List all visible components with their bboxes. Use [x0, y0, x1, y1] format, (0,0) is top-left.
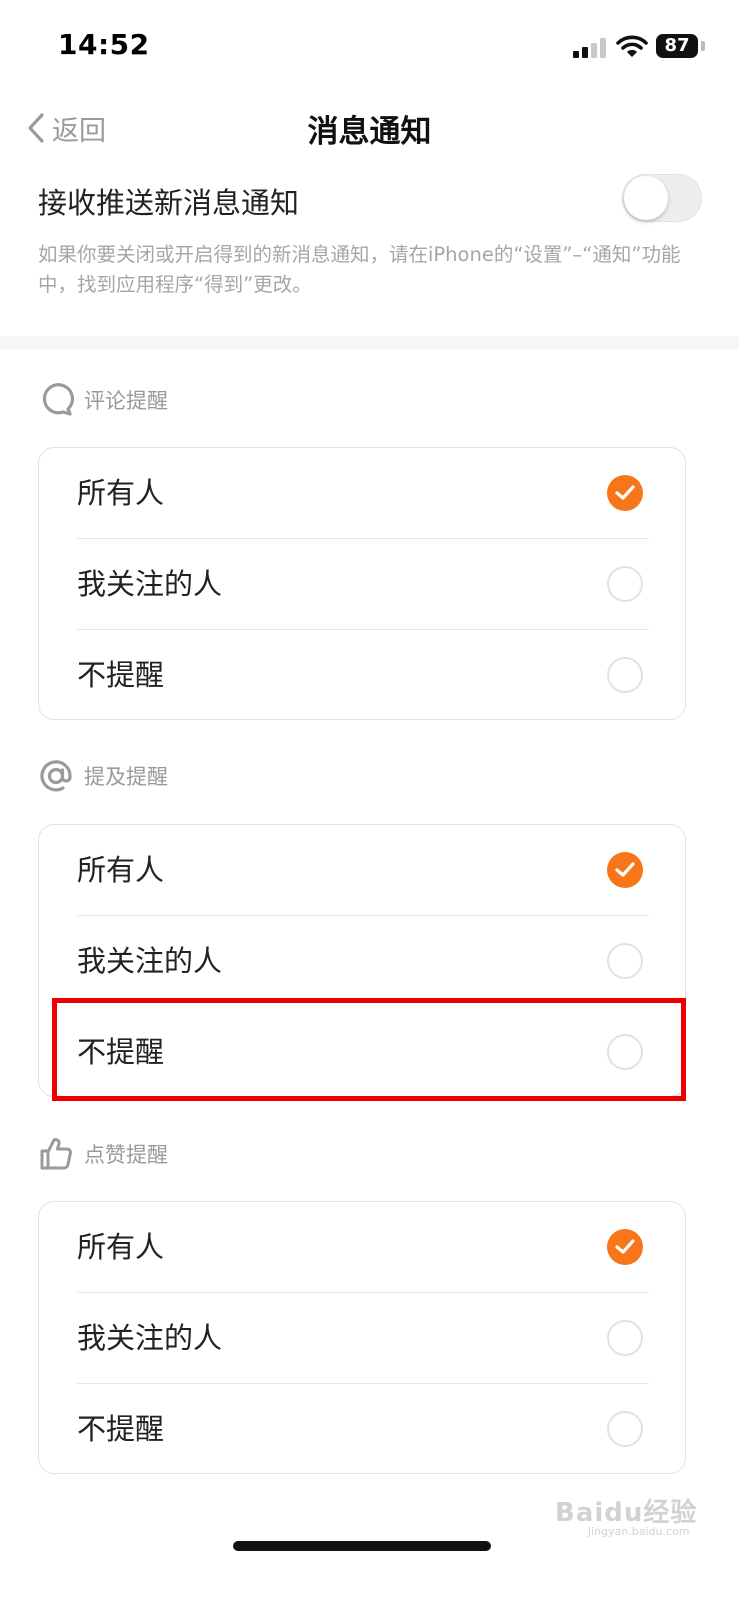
cellular-signal-icon [573, 38, 607, 58]
section-divider [0, 336, 739, 350]
radio-checked[interactable] [607, 1229, 643, 1265]
option-label: 我关注的人 [77, 944, 223, 978]
push-notification-label: 接收推送新消息通知 [38, 186, 300, 220]
option-label: 不提醒 [77, 658, 165, 692]
option-label: 不提醒 [77, 1412, 165, 1446]
radio-unchecked[interactable] [607, 943, 643, 979]
option-card-comment: 所有人 我关注的人 不提醒 [38, 447, 686, 720]
radio-unchecked[interactable] [607, 566, 643, 602]
navigation-bar: 返回 消息通知 [0, 92, 739, 162]
radio-checked[interactable] [607, 475, 643, 511]
baidu-watermark: Baidu经验 [555, 1498, 698, 1528]
thumbs-up-icon [40, 1138, 72, 1170]
section-title-mention: 提及提醒 [84, 765, 168, 789]
section-title-comment: 评论提醒 [84, 389, 168, 413]
comment-bubble-icon [42, 383, 74, 416]
at-sign-icon [40, 760, 72, 792]
radio-unchecked[interactable] [607, 1411, 643, 1447]
highlight-annotation-box [52, 998, 686, 1101]
option-label: 我关注的人 [77, 567, 223, 601]
radio-unchecked[interactable] [607, 657, 643, 693]
status-time: 14:52 [58, 28, 150, 61]
push-notification-hint: 如果你要关闭或开启得到的新消息通知，请在iPhone的“设置”–“通知”功能中，… [38, 243, 681, 296]
option-comment-following[interactable]: 我关注的人 [39, 539, 687, 630]
baidu-watermark-url: jingyan.baidu.com [588, 1525, 690, 1538]
section-header-comment: 评论提醒 [38, 380, 168, 420]
checkmark-icon [615, 862, 635, 877]
checkmark-icon [615, 1239, 635, 1254]
option-like-following[interactable]: 我关注的人 [39, 1293, 687, 1384]
option-comment-everyone[interactable]: 所有人 [39, 448, 687, 539]
checkmark-icon [615, 485, 635, 500]
page-title: 消息通知 [307, 114, 432, 150]
push-notification-toggle[interactable] [622, 174, 702, 222]
battery-icon: 87 [656, 34, 698, 58]
radio-unchecked[interactable] [607, 1320, 643, 1356]
wifi-icon [616, 35, 648, 57]
option-label: 所有人 [77, 853, 165, 887]
home-indicator [233, 1541, 491, 1551]
option-like-everyone[interactable]: 所有人 [39, 1202, 687, 1293]
option-mention-following[interactable]: 我关注的人 [39, 916, 687, 1007]
section-title-like: 点赞提醒 [84, 1143, 168, 1167]
option-comment-off[interactable]: 不提醒 [39, 630, 687, 721]
option-label: 我关注的人 [77, 1321, 223, 1355]
option-like-off[interactable]: 不提醒 [39, 1384, 687, 1475]
section-header-like: 点赞提醒 [38, 1134, 168, 1174]
battery-cap [701, 41, 705, 51]
status-bar: 14:52 87 [0, 0, 739, 92]
section-header-mention: 提及提醒 [38, 756, 168, 796]
radio-checked[interactable] [607, 852, 643, 888]
push-notification-row: 接收推送新消息通知 [38, 172, 702, 228]
option-label: 所有人 [77, 1230, 165, 1264]
option-mention-everyone[interactable]: 所有人 [39, 825, 687, 916]
option-label: 所有人 [77, 476, 165, 510]
option-card-like: 所有人 我关注的人 不提醒 [38, 1201, 686, 1474]
toggle-knob [624, 176, 668, 220]
